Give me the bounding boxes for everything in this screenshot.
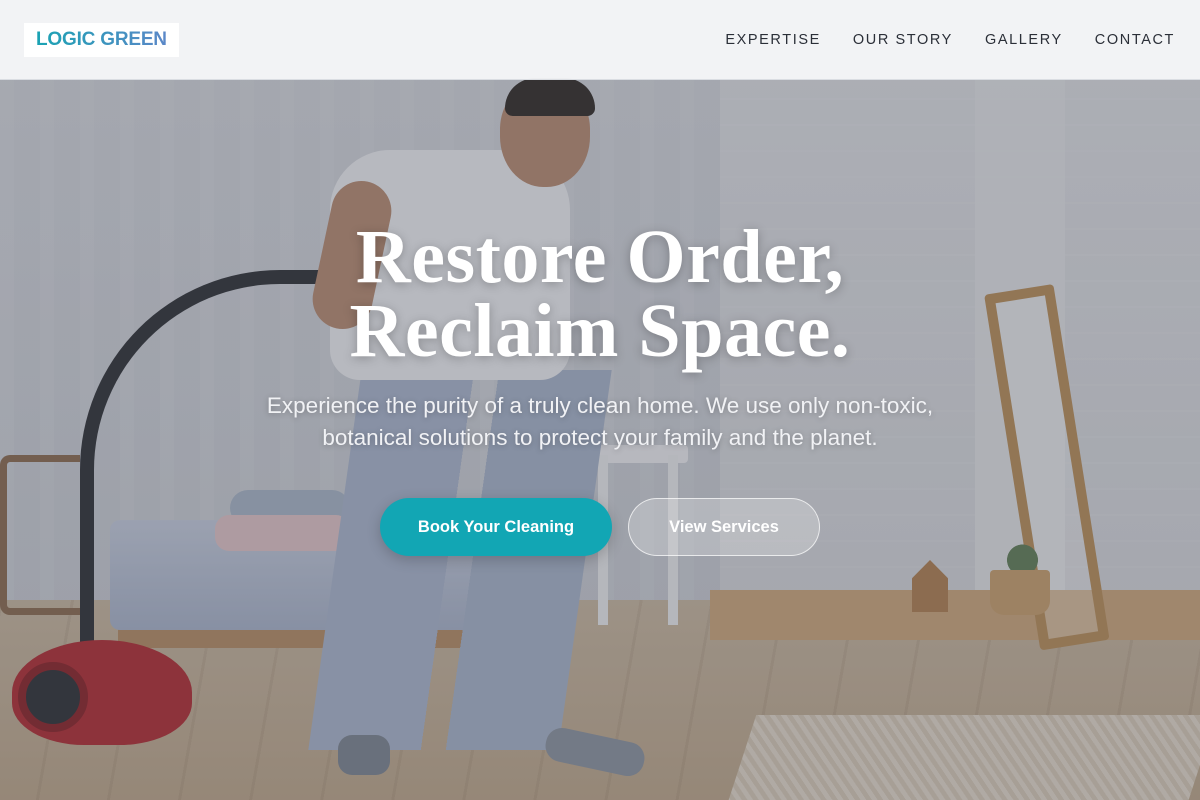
book-cleaning-button[interactable]: Book Your Cleaning — [380, 498, 612, 556]
brand-logo-text: LOGIC GREEN — [36, 28, 167, 50]
hero-title-line-1: Restore Order, — [355, 215, 845, 299]
hero-subtitle: Experience the purity of a truly clean h… — [266, 393, 934, 450]
hero-title: Restore Order, Reclaim Space. — [0, 219, 1200, 369]
nav-link-contact[interactable]: CONTACT — [1079, 32, 1176, 48]
nav-link-our-story[interactable]: OUR STORY — [837, 32, 969, 48]
brand-logo[interactable]: LOGIC GREEN — [24, 22, 179, 57]
hero-title-line-2: Reclaim Space. — [349, 289, 851, 373]
hero-content: Restore Order, Reclaim Space. Experience… — [0, 219, 1200, 556]
nav-link-expertise[interactable]: EXPERTISE — [709, 32, 837, 48]
cta-row: Book Your Cleaning View Services — [0, 498, 1200, 556]
site-header: LOGIC GREEN EXPERTISE OUR STORY GALLERY … — [0, 0, 1200, 80]
nav-link-gallery[interactable]: GALLERY — [969, 32, 1079, 48]
view-services-button[interactable]: View Services — [628, 498, 820, 556]
main-nav: EXPERTISE OUR STORY GALLERY CONTACT — [709, 32, 1176, 48]
